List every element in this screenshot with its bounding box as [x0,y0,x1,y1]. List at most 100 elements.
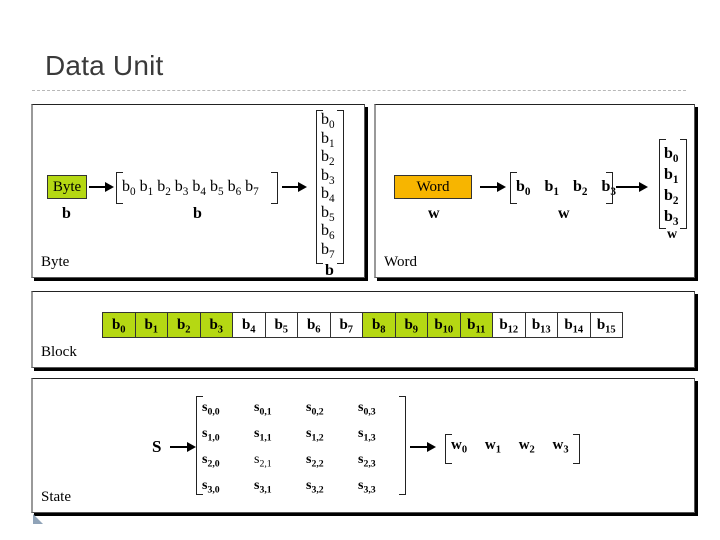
block-byte-label: b6 [306,316,321,336]
block-byte-label: b2 [176,316,191,336]
state-matrix: s0,0 s0,1 s0,2 s0,3 s1,0 s1,1 s1,2 s1,3 s2,0 s2,1… [202,400,410,498]
bit-element-row: b1 [321,129,335,150]
byte-row-vector: b0 b1 b2 b3 b4 b5 b6 b7 [122,178,259,198]
bit-element: b1 [321,129,335,150]
row-vector-symbol: w [558,205,570,222]
bit-element-subscript: 1 [147,185,154,198]
row-bracket-right [606,172,613,204]
state-word-element: w3 [552,437,569,456]
arrow-icon [282,182,307,192]
bit-element: b3 [321,166,335,187]
byte-element-row: b2 [664,185,679,207]
bit-element-row: b0 [321,111,335,131]
state-element: s0,2 [306,400,324,418]
state-element: s2,1 [254,452,272,470]
state-element-subscript: 2,1 [259,458,272,470]
block-byte-cell: b3 [199,312,233,338]
block-byte-label: b11 [467,316,486,336]
block-byte-label-subscript: 13 [540,324,551,336]
block-byte-label-subscript: 6 [315,324,321,336]
byte-element-subscript: 2 [581,185,588,198]
block-byte-label: b4 [241,316,256,336]
word-symbol: w [428,205,440,222]
bit-element: b1 [139,178,154,198]
word-panel: Word w b0 b1 b2 b3 w b0 b1 b2 b3 w Word [374,104,695,278]
state-word-element-subscript: 2 [529,444,535,456]
state-element: s1,1 [254,426,272,444]
byte-element: b2 [664,187,679,207]
state-element: s2,2 [306,452,324,470]
row-bracket-right [271,172,278,204]
state-element-subscript: 0,2 [311,406,324,418]
word-box: Word [394,175,472,199]
state-element-subscript: 0,0 [207,406,220,418]
panel-label-byte: Byte [41,254,70,270]
state-element-subscript: 1,3 [363,432,376,444]
state-element: s1,2 [306,426,324,444]
bit-element-row: b3 [321,166,335,187]
block-byte-label: b5 [274,316,289,336]
byte-element: b3 [664,208,679,228]
state-element-subscript: 3,1 [259,484,272,496]
bit-element-row: b2 [321,148,335,168]
block-byte-cell: b7 [329,312,363,338]
state-element-subscript: 1,0 [207,432,220,444]
state-element-subscript: 2,0 [207,458,220,470]
block-byte-cell: b1 [134,312,168,338]
panel-label-state: State [41,489,71,505]
arrow-icon [410,442,436,452]
state-word-element: w2 [518,437,535,456]
word-row-vector: b0 b1 b2 b3 [516,178,616,198]
block-byte-label-subscript: 5 [282,324,289,336]
block-byte-cell: b8 [362,312,396,338]
byte-col-vector: b0 b1 b2 b3 b4 b5 b6 b7 [321,111,335,261]
bit-element-subscript: 2 [165,185,171,198]
block-byte-cell: b2 [167,312,201,338]
block-byte-cell: b4 [232,312,266,338]
state-element: s2,0 [202,452,220,470]
col-bracket-right [337,110,344,264]
block-byte-label-subscript: 7 [347,324,354,336]
byte-box: Byte [47,175,87,199]
bit-element: b2 [321,148,335,168]
bit-element: b5 [209,178,224,198]
block-byte-label: b8 [371,316,386,336]
block-byte-label: b7 [339,316,354,336]
block-byte-label-subscript: 0 [120,324,126,336]
block-byte-cell: b6 [297,312,331,338]
bit-element: b3 [174,178,189,198]
block-bytes-row: b0 b1 b2 b3 b4 b5 b6 b7 b8 b9 b10 b11 b12 b13 b14 b15 [102,312,623,338]
state-element-subscript: 1,1 [259,432,272,444]
state-word-element-subscript: 1 [495,444,501,456]
bit-element-subscript: 3 [182,185,189,198]
byte-element: b2 [573,178,588,198]
byte-element: b0 [664,145,679,165]
state-word-element-subscript: 0 [461,444,468,456]
block-byte-cell: b15 [589,312,623,338]
block-byte-label-subscript: 8 [380,324,386,336]
block-byte-label-subscript: 10 [442,324,454,336]
block-byte-label: b12 [499,316,519,336]
row-vector-symbol: b [193,205,202,222]
byte-element: b1 [544,178,560,198]
block-byte-label-subscript: 15 [605,324,616,336]
byte-element: b0 [516,178,531,198]
panel-label-word: Word [384,254,417,270]
block-byte-label-subscript: 12 [507,324,519,336]
arrow-icon [480,182,506,192]
block-byte-label-subscript: 14 [572,324,584,336]
bit-element: b4 [192,178,206,198]
block-byte-label-subscript: 9 [412,324,419,336]
bit-element: b4 [321,185,335,205]
block-byte-label: b10 [434,316,454,336]
word-box-label: Word [416,178,450,195]
block-byte-label: b13 [531,316,551,336]
bit-element-subscript: 7 [253,185,259,198]
bit-element: b7 [321,240,335,261]
block-byte-label-subscript: 11 [475,324,486,336]
state-element-subscript: 0,1 [259,406,272,418]
bit-element: b0 [321,111,335,131]
state-element-subscript: 3,3 [363,484,376,496]
state-element: s0,0 [202,400,220,418]
state-element: s3,1 [254,478,272,496]
